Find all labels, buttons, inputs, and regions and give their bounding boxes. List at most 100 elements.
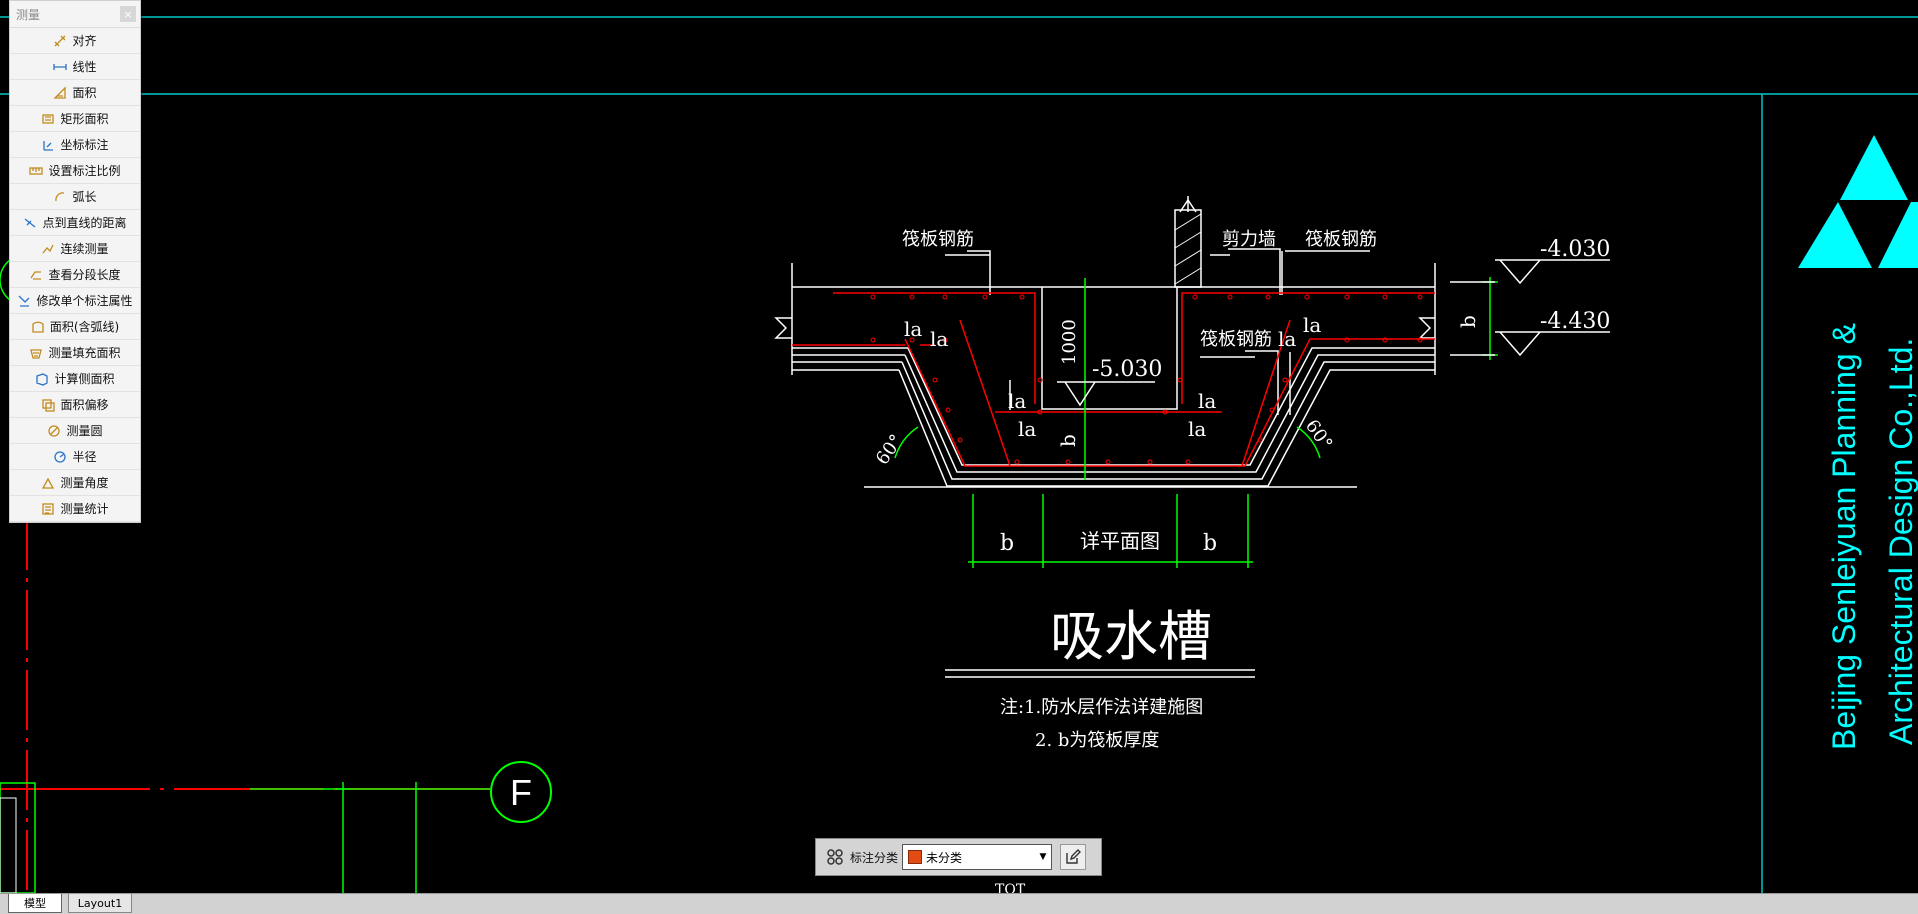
dim-b-vertical: b bbox=[1056, 434, 1080, 447]
measure-item-2[interactable]: 线性 bbox=[10, 54, 140, 80]
measure-stats-icon bbox=[41, 502, 55, 516]
dim-category-toolbar: 标注分类 未分类 ▼ bbox=[815, 838, 1102, 876]
measure-item-1[interactable]: 对齐 bbox=[10, 28, 140, 54]
measure-item-label: 测量角度 bbox=[60, 476, 109, 490]
company-logo bbox=[1798, 135, 1918, 268]
la-5: la bbox=[1198, 389, 1216, 413]
measure-item-19[interactable]: 测量统计 bbox=[10, 496, 140, 522]
measure-item-label: 弧长 bbox=[72, 190, 97, 204]
elev-bottom: -4.430 bbox=[1540, 309, 1610, 334]
la-3: la bbox=[1008, 389, 1026, 413]
area-arc-icon bbox=[31, 320, 45, 334]
dim-category-label: 标注分类 bbox=[850, 850, 899, 865]
measure-item-label: 矩形面积 bbox=[60, 112, 109, 126]
measure-item-label: 面积偏移 bbox=[60, 398, 109, 412]
measure-item-label: 面积(含弧线) bbox=[49, 320, 120, 334]
category-color-swatch bbox=[908, 850, 923, 864]
measure-item-label: 对齐 bbox=[72, 34, 97, 48]
radius-icon bbox=[53, 450, 67, 464]
la-1: la bbox=[904, 317, 922, 341]
measure-item-11[interactable]: 修改单个标注属性 bbox=[10, 288, 140, 314]
la-2: la bbox=[930, 327, 948, 351]
measure-item-label: 测量统计 bbox=[60, 502, 109, 516]
arc-length-icon bbox=[53, 190, 67, 204]
measure-circle-icon bbox=[47, 424, 61, 438]
measure-item-label: 测量圆 bbox=[66, 424, 103, 438]
measure-item-label: 测量填充面积 bbox=[48, 346, 121, 360]
measure-item-13[interactable]: 测量填充面积 bbox=[10, 340, 140, 366]
tab-layout1[interactable]: Layout1 bbox=[68, 894, 132, 913]
segment-length-icon bbox=[29, 268, 43, 282]
measure-item-label: 点到直线的距离 bbox=[42, 216, 127, 230]
measure-item-label: 线性 bbox=[72, 60, 97, 74]
measure-item-16[interactable]: 测量圆 bbox=[10, 418, 140, 444]
la-8: la bbox=[1303, 313, 1321, 337]
measure-item-label: 面积 bbox=[72, 86, 97, 100]
measure-angle-icon bbox=[41, 476, 55, 490]
edit-dim-prop-icon bbox=[17, 294, 31, 308]
grid-icon[interactable] bbox=[822, 844, 848, 870]
side-area-icon bbox=[35, 372, 49, 386]
close-icon[interactable]: × bbox=[120, 6, 136, 22]
angle-left: 60° bbox=[872, 431, 908, 469]
measure-item-12[interactable]: 面积(含弧线) bbox=[10, 314, 140, 340]
measure-item-7[interactable]: 弧长 bbox=[10, 184, 140, 210]
linear-dim-icon bbox=[53, 60, 68, 74]
drawing-canvas[interactable]: Beijing Senleiyuan Planning & Architectu… bbox=[0, 0, 1918, 913]
la-4: la bbox=[1018, 417, 1036, 441]
edit-icon[interactable] bbox=[1060, 844, 1087, 870]
measure-panel: 测量 × 对齐线性面积矩形面积坐标标注设置标注比例 弧长点到直线的距离 连续测量查看… bbox=[9, 0, 141, 523]
layout-tabs: 模型 Layout1 bbox=[0, 893, 1918, 914]
measure-item-15[interactable]: 面积偏移 bbox=[10, 392, 140, 418]
coord-dim-icon bbox=[41, 138, 55, 152]
measure-item-label: 坐标标注 bbox=[60, 138, 109, 152]
shear-wall-hatch bbox=[1174, 213, 1202, 285]
label-raft-rebar-mid: 筏板钢筋 bbox=[1200, 329, 1272, 350]
tab-model[interactable]: 模型 bbox=[8, 894, 62, 913]
dim-scale-icon bbox=[29, 164, 44, 178]
note-line-2: 2. b为筏板厚度 bbox=[1035, 730, 1159, 751]
measure-panel-header[interactable]: 测量 × bbox=[10, 1, 140, 28]
measure-item-9[interactable]: 连续测量 bbox=[10, 236, 140, 262]
elev-pit: -5.030 bbox=[1092, 357, 1162, 382]
dim-b-left: b bbox=[1000, 531, 1014, 556]
note-line-1: 注:1.防水层作法详建施图 bbox=[1000, 697, 1203, 718]
measure-item-17[interactable]: 半径 bbox=[10, 444, 140, 470]
measure-item-3[interactable]: 面积 bbox=[10, 80, 140, 106]
measure-item-4[interactable]: 矩形面积 bbox=[10, 106, 140, 132]
dim-b-right-bottom: b bbox=[1203, 531, 1217, 556]
axis-bubble-label: F bbox=[510, 772, 532, 813]
la-7: la bbox=[1278, 327, 1296, 351]
continuous-measure-icon bbox=[41, 242, 55, 256]
label-shear-wall: 剪力墙 bbox=[1222, 229, 1276, 250]
la-6: la bbox=[1188, 417, 1206, 441]
title-underline bbox=[945, 669, 1255, 678]
dim-b-right: b bbox=[1456, 315, 1480, 328]
measure-item-label: 修改单个标注属性 bbox=[36, 294, 133, 308]
measure-item-6[interactable]: 设置标注比例 bbox=[10, 158, 140, 184]
measure-item-label: 计算侧面积 bbox=[54, 372, 115, 386]
measure-item-label: 设置标注比例 bbox=[48, 164, 121, 178]
angle-right: 60° bbox=[1301, 416, 1337, 454]
chevron-down-icon[interactable]: ▼ bbox=[1035, 852, 1051, 862]
company-name-line2: Architectural Design Co.,Ltd. bbox=[1883, 338, 1918, 745]
measure-item-label: 半径 bbox=[72, 450, 97, 464]
dim-category-select[interactable]: 未分类 ▼ bbox=[902, 844, 1053, 870]
elev-top: -4.030 bbox=[1540, 237, 1610, 262]
measure-panel-title: 测量 bbox=[16, 7, 41, 22]
dim-1000: 1000 bbox=[1059, 319, 1080, 365]
point-line-distance-icon bbox=[23, 216, 37, 230]
tab-model-label: 模型 bbox=[24, 897, 46, 910]
aligned-dim-icon bbox=[53, 34, 67, 48]
measure-item-label: 连续测量 bbox=[60, 242, 109, 256]
measure-item-5[interactable]: 坐标标注 bbox=[10, 132, 140, 158]
company-name-line1: Beijing Senleiyuan Planning & bbox=[1826, 323, 1862, 750]
plan-detail-label: 详平面图 bbox=[1080, 529, 1160, 553]
measure-item-8[interactable]: 点到直线的距离 bbox=[10, 210, 140, 236]
rect-area-icon bbox=[41, 112, 55, 126]
measure-item-10[interactable]: 查看分段长度 bbox=[10, 262, 140, 288]
area-offset-icon bbox=[41, 398, 56, 412]
measure-item-14[interactable]: 计算侧面积 bbox=[10, 366, 140, 392]
measure-item-18[interactable]: 测量角度 bbox=[10, 470, 140, 496]
drawing-title: 吸水槽 bbox=[1050, 605, 1212, 668]
